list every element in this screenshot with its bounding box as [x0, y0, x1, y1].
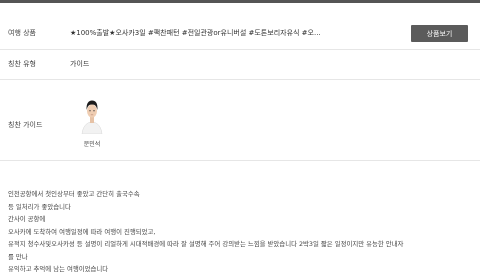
review-line: 간사이 공항에: [8, 215, 46, 223]
guide-portrait-icon: [80, 98, 104, 134]
review-line: 유적지 청수사및오사카성 등 설명이 리얼하게 시대적배경에 따라 잘 설명해 …: [8, 240, 404, 248]
view-product-button[interactable]: 상품보기: [411, 25, 468, 42]
review-line: 인천공항에서 첫인상부터 좋았고 간단히 출국수속: [8, 190, 140, 198]
product-row: 여행 상품 ★100%출발★오사카3일 #팩찬패턴 #전일관광or유니버설 #도…: [0, 4, 480, 54]
review-line: 오사카에 도착하여 여행일정에 따라 여행이 진행되었고,: [8, 227, 156, 236]
praise-guide-row: 칭찬 가이드: [0, 80, 480, 160]
review-line: 유익하고 추억에 남는 여행이었습니다: [8, 265, 109, 273]
product-name: ★100%출발★오사카3일 #팩찬패턴 #전일관광or유니버설 #도톤보리자유식…: [70, 29, 321, 37]
praise-type-value: 가이드: [70, 60, 90, 68]
praise-guide-label: 칭찬 가이드: [8, 121, 43, 129]
product-label: 여행 상품: [8, 29, 36, 37]
guide-name: 문민석: [83, 141, 101, 148]
review-text: 인천공항에서 첫인상부터 좋았고 간단히 출국수속 등 일처리가 좋았습니다 간…: [8, 188, 478, 276]
praise-type-label: 칭찬 유형: [8, 60, 36, 68]
top-border: [0, 0, 480, 3]
review-line: 를 만나: [8, 252, 28, 261]
praise-type-row: 칭찬 유형 가이드: [0, 50, 480, 78]
review-line: 등 일처리가 좋았습니다: [8, 202, 71, 211]
divider: [0, 160, 480, 161]
guide-avatar: [80, 98, 104, 134]
